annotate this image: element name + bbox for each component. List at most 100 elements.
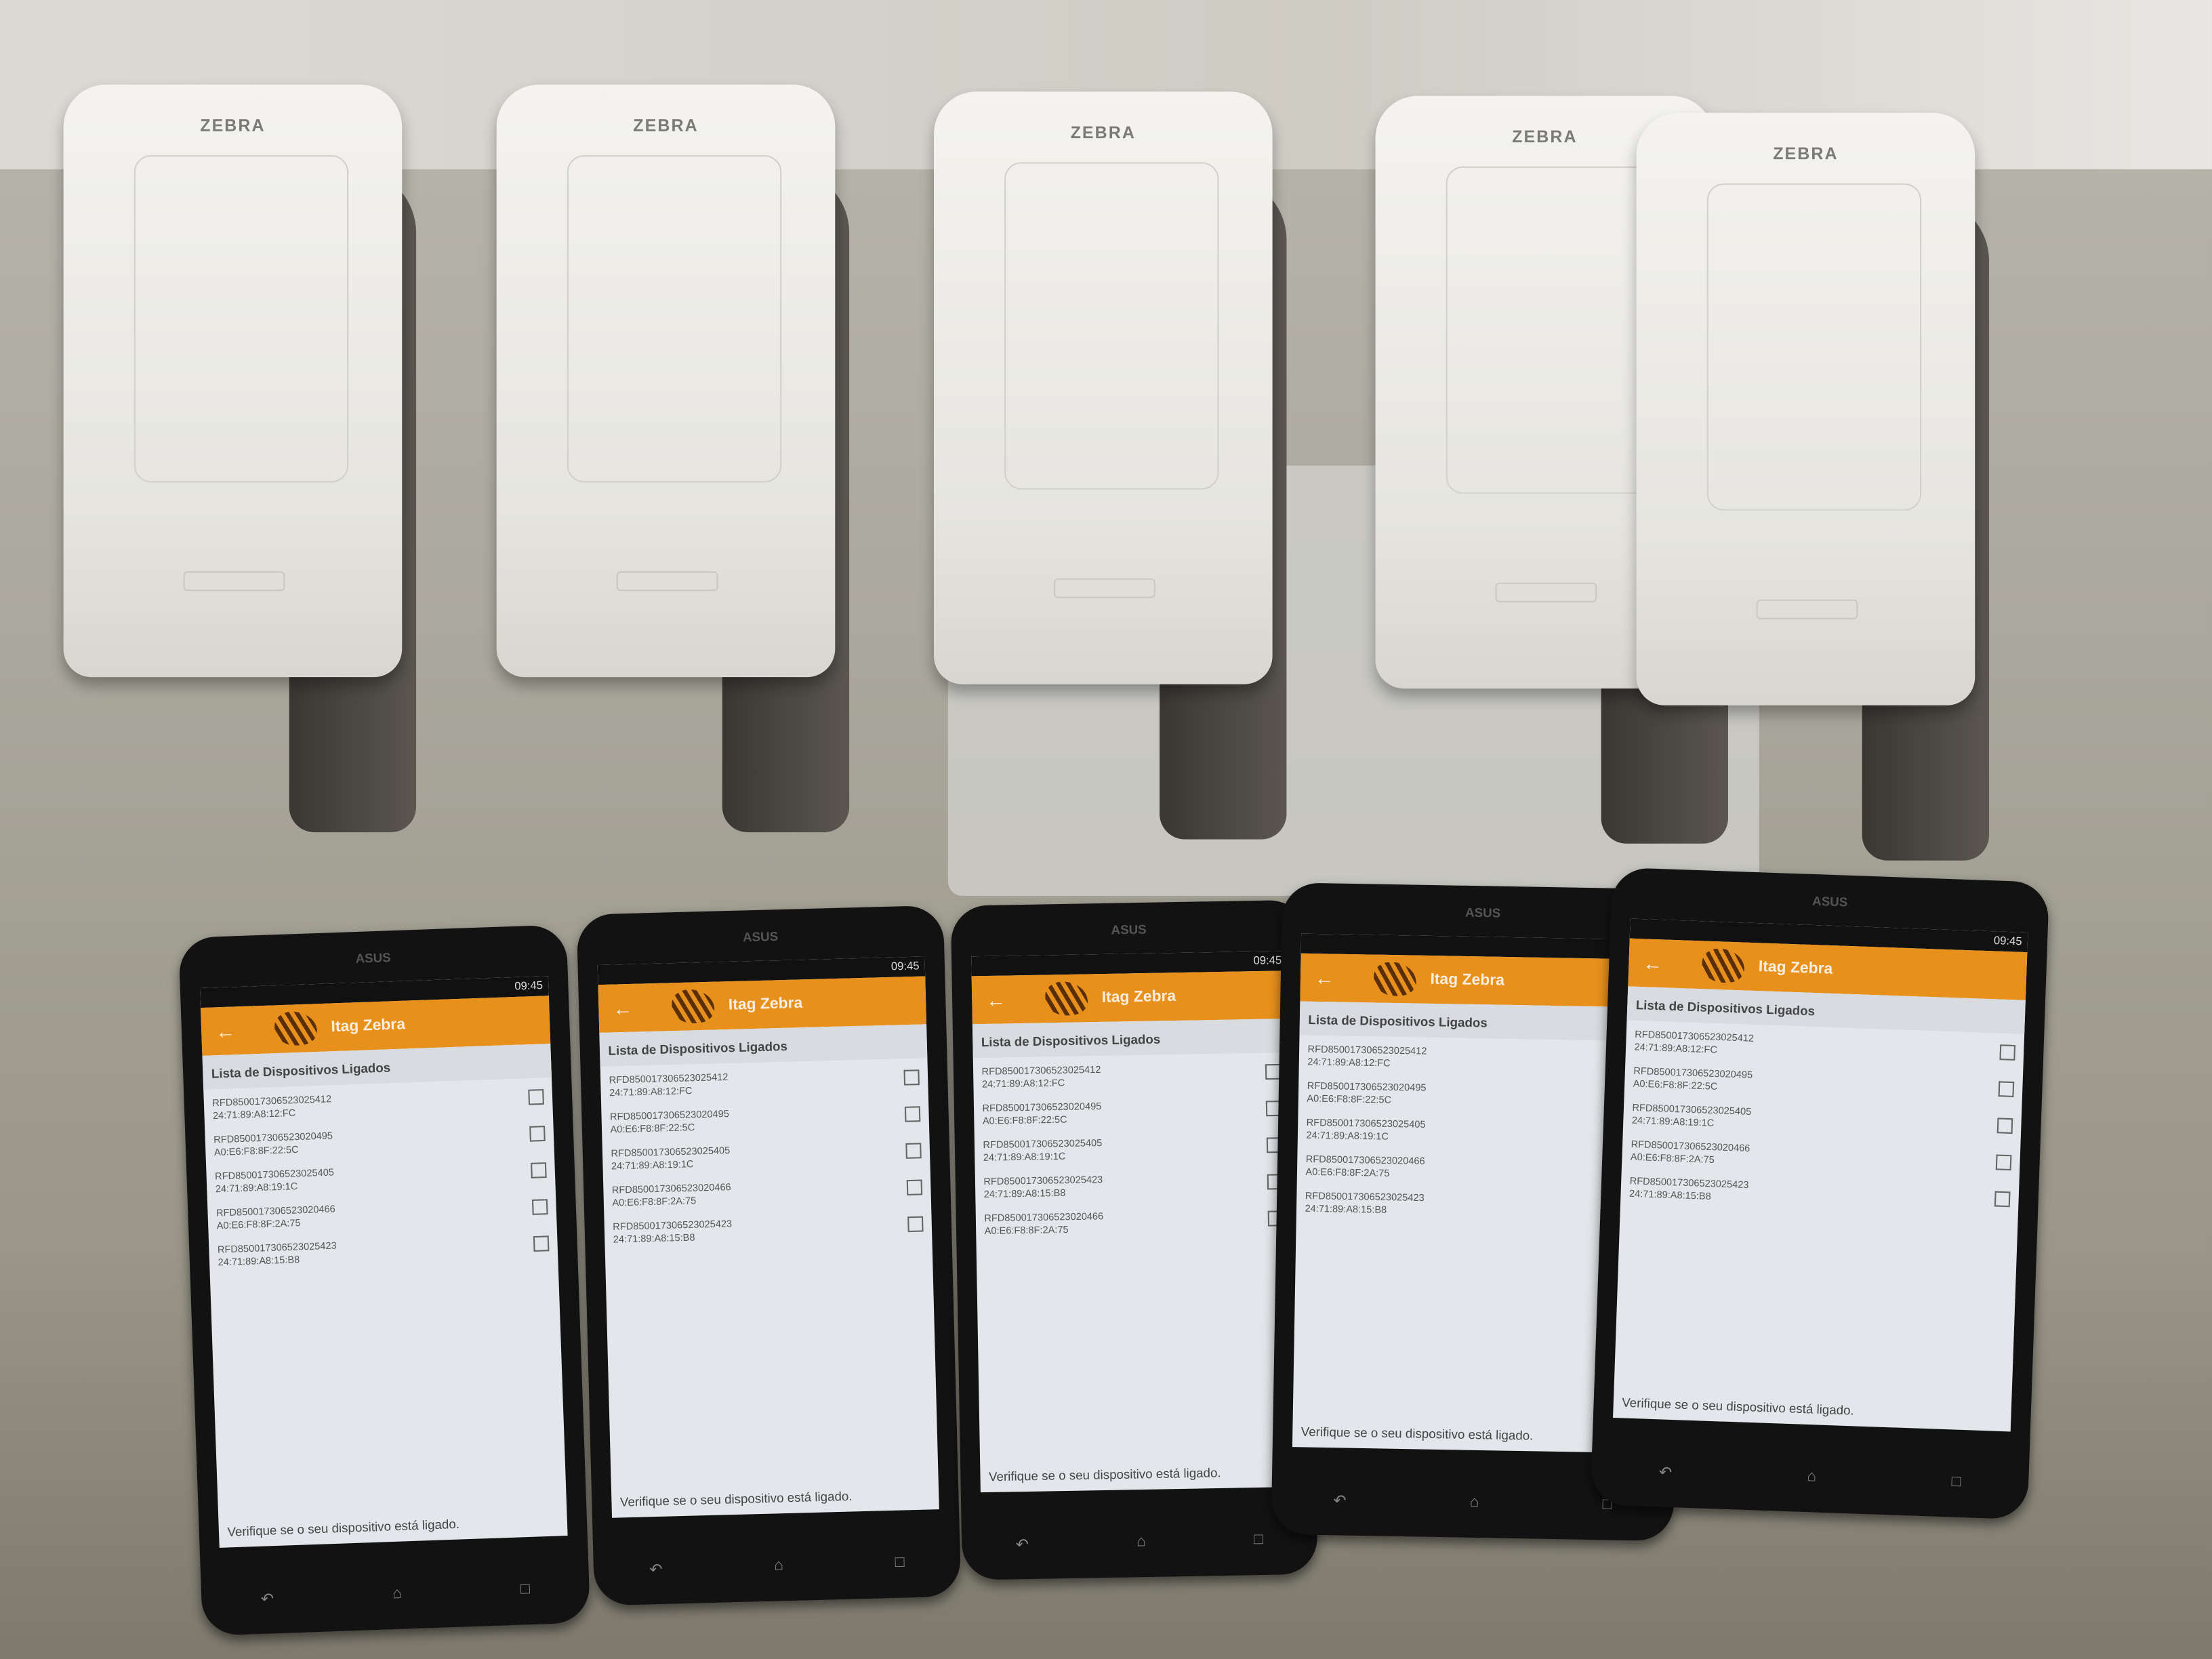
reader-body: ZEBRA (63, 84, 403, 678)
reader-slot (1756, 599, 1858, 619)
back-icon[interactable]: ↶ (1658, 1463, 1672, 1482)
device-mac: 24:71:89:A8:12:FC (1307, 1057, 1391, 1069)
device-checkbox[interactable] (903, 1069, 920, 1086)
recents-icon[interactable]: □ (1254, 1531, 1263, 1549)
device-list-item[interactable]: RFD850017306523020466 A0:E6:F8:8F:2A:75 (976, 1199, 1292, 1241)
back-icon[interactable]: ↶ (1015, 1535, 1029, 1554)
device-mac: 24:71:89:A8:19:1C (1306, 1131, 1389, 1143)
status-message: Verifique se o seu dispositivo está liga… (619, 1489, 853, 1509)
app-title: Itag Zebra (728, 995, 803, 1015)
reader-brand-logo: ZEBRA (200, 115, 266, 136)
nav-bar: ↶ ⌂ □ (1591, 1460, 2029, 1494)
device-mac: A0:E6:F8:8F:22:5C (610, 1123, 695, 1136)
phone-screen: 09:45 ← Itag Zebra Lista de Dispositivos… (1613, 918, 2028, 1432)
phone-screen: 09:45 ← Itag Zebra Lista de Dispositivos… (597, 956, 939, 1518)
section-title: Lista de Dispositivos Ligados (972, 1019, 1289, 1059)
device-checkbox[interactable] (907, 1216, 924, 1233)
device-list-item[interactable]: RFD850017306523025423 24:71:89:A8:15:B8 (604, 1205, 932, 1250)
device-list-item[interactable]: RFD850017306523025423 24:71:89:A8:15:B8 (975, 1162, 1292, 1204)
back-arrow-icon[interactable]: ← (598, 996, 647, 1020)
device-checkbox[interactable] (1995, 1154, 2012, 1171)
app-title: Itag Zebra (1430, 970, 1505, 989)
status-time: 09:45 (1253, 954, 1282, 967)
device-checkbox[interactable] (533, 1235, 550, 1252)
nav-bar: ↶ ⌂ □ (962, 1530, 1317, 1555)
back-icon[interactable]: ↶ (1333, 1492, 1347, 1510)
app-toolbar: ← Itag Zebra (598, 976, 927, 1033)
smartphone: ASUS 09:45 ← Itag Zebra Lista de Disposi… (1590, 867, 2050, 1520)
smartphone: ASUS 09:45 ← Itag Zebra Lista de Disposi… (950, 899, 1318, 1580)
device-mac: 24:71:89:A8:15:B8 (1305, 1204, 1387, 1216)
device-checkbox[interactable] (1998, 1081, 2015, 1097)
home-icon[interactable]: ⌂ (392, 1585, 403, 1604)
home-icon[interactable]: ⌂ (1469, 1494, 1479, 1512)
reader-slot (1495, 582, 1597, 602)
nav-bar: ↶ ⌂ □ (594, 1553, 961, 1580)
rfid-reader: ZEBRA (63, 84, 445, 833)
reader-panel (1446, 166, 1661, 494)
device-checkbox[interactable] (905, 1143, 922, 1159)
photo-scene: ZEBRA ZEBRA ZEBRA ZEBRA ZEBRA ASUS 09:45… (0, 0, 2212, 1659)
device-list-item[interactable]: RFD850017306523020495 A0:E6:F8:8F:22:5C (974, 1089, 1290, 1131)
back-icon[interactable]: ↶ (649, 1560, 663, 1578)
reader-panel (1004, 162, 1219, 490)
app-title: Itag Zebra (331, 1016, 406, 1036)
device-id: RFD850017306523025405 (983, 1139, 1103, 1151)
device-checkbox[interactable] (529, 1126, 546, 1142)
reader-brand-logo: ZEBRA (633, 115, 699, 136)
status-message: Verifique se o seu dispositivo está liga… (988, 1465, 1221, 1484)
zebra-logo-icon (1373, 962, 1417, 997)
reader-slot (1053, 578, 1155, 598)
recents-icon[interactable]: □ (520, 1581, 531, 1600)
zebra-logo-icon (1701, 947, 1745, 983)
status-message: Verifique se o seu dispositivo está liga… (227, 1517, 460, 1540)
device-id: RFD850017306523020495 (982, 1102, 1102, 1115)
smartphone: ASUS 09:45 ← Itag Zebra Lista de Disposi… (576, 905, 962, 1606)
device-mac: A0:E6:F8:8F:22:5C (982, 1115, 1067, 1127)
device-mac: A0:E6:F8:8F:2A:75 (1305, 1168, 1390, 1180)
device-checkbox[interactable] (528, 1088, 544, 1105)
back-arrow-icon[interactable]: ← (1300, 966, 1349, 989)
back-arrow-icon[interactable]: ← (972, 988, 1020, 1012)
device-checkbox[interactable] (1996, 1118, 2013, 1134)
reader-body: ZEBRA (496, 84, 836, 678)
device-mac: 24:71:89:A8:15:B8 (613, 1233, 695, 1246)
zebra-logo-icon (1045, 981, 1088, 1016)
reader-panel (567, 155, 782, 483)
device-list-item[interactable]: RFD850017306523025412 24:71:89:A8:12:FC (973, 1052, 1290, 1094)
status-time: 09:45 (1993, 934, 2022, 948)
zebra-logo-icon (274, 1010, 318, 1046)
reader-brand-logo: ZEBRA (1773, 144, 1839, 164)
phone-brand-logo: ASUS (1111, 922, 1147, 937)
back-arrow-icon[interactable]: ← (201, 1019, 250, 1043)
phone-brand-logo: ASUS (355, 950, 392, 966)
device-mac: A0:E6:F8:8F:2A:75 (984, 1225, 1069, 1237)
reader-body: ZEBRA (934, 91, 1273, 684)
phone-brand-logo: ASUS (1811, 894, 1848, 909)
status-time: 09:45 (890, 959, 920, 973)
status-message: Verifique se o seu dispositivo está liga… (1621, 1395, 1855, 1418)
rfid-reader: ZEBRA (1636, 112, 2018, 861)
device-mac: 24:71:89:A8:12:FC (609, 1086, 693, 1099)
back-icon[interactable]: ↶ (260, 1590, 274, 1609)
recents-icon[interactable]: □ (1951, 1473, 1961, 1492)
device-mac: 24:71:89:A8:19:1C (611, 1160, 694, 1172)
device-list-item[interactable]: RFD850017306523025405 24:71:89:A8:19:1C (975, 1126, 1291, 1168)
home-icon[interactable]: ⌂ (1136, 1533, 1146, 1551)
back-arrow-icon[interactable]: ← (1629, 951, 1677, 975)
device-checkbox[interactable] (904, 1106, 921, 1122)
home-icon[interactable]: ⌂ (1807, 1469, 1817, 1488)
device-checkbox[interactable] (531, 1162, 547, 1179)
device-checkbox[interactable] (1994, 1191, 2011, 1208)
device-id: RFD850017306523025412 (981, 1065, 1101, 1078)
device-checkbox[interactable] (1999, 1044, 2016, 1061)
status-time: 09:45 (514, 979, 544, 993)
recents-icon[interactable]: □ (895, 1554, 905, 1572)
reader-slot (183, 571, 285, 592)
device-checkbox[interactable] (531, 1199, 548, 1215)
rfid-reader: ZEBRA (496, 84, 878, 833)
home-icon[interactable]: ⌂ (774, 1557, 784, 1576)
device-checkbox[interactable] (906, 1179, 923, 1195)
zebra-logo-icon (671, 989, 715, 1024)
nav-bar: ↶ ⌂ □ (201, 1578, 590, 1610)
